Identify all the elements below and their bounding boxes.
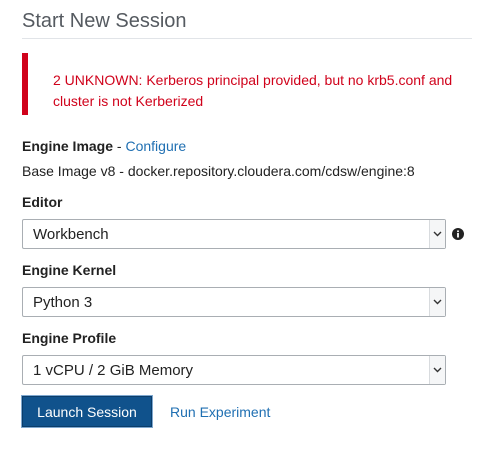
- engine-profile-select[interactable]: 1 vCPU / 2 GiB Memory: [22, 355, 446, 385]
- launch-session-button[interactable]: Launch Session: [22, 396, 152, 427]
- chevron-down-icon: [429, 288, 445, 316]
- engine-image-label-row: Engine Image - Configure: [22, 138, 186, 154]
- alert-message-line1: 2 UNKNOWN: Kerberos principal provided, …: [53, 72, 453, 88]
- engine-kernel-label: Engine Kernel: [22, 262, 117, 278]
- editor-selected-value: Workbench: [33, 225, 109, 243]
- chevron-down-icon: [429, 356, 445, 384]
- base-image-value: Base Image v8 - docker.repository.cloude…: [22, 163, 415, 179]
- editor-label: Editor: [22, 194, 63, 210]
- error-alert: 2 UNKNOWN: Kerberos principal provided, …: [22, 53, 470, 115]
- chevron-down-icon: [429, 220, 445, 248]
- engine-image-label: Engine Image: [22, 138, 114, 154]
- title-divider: [22, 38, 472, 39]
- engine-profile-selected-value: 1 vCPU / 2 GiB Memory: [33, 361, 194, 379]
- run-experiment-link[interactable]: Run Experiment: [170, 404, 270, 420]
- engine-kernel-selected-value: Python 3: [33, 293, 93, 311]
- configure-link[interactable]: Configure: [125, 138, 186, 154]
- engine-profile-label: Engine Profile: [22, 330, 117, 346]
- editor-select[interactable]: Workbench: [22, 219, 446, 249]
- alert-message-line2: cluster is not Kerberized: [53, 93, 204, 109]
- info-circle-icon[interactable]: [452, 227, 464, 240]
- page-title: Start New Session: [22, 10, 187, 32]
- engine-image-separator: -: [116, 138, 122, 154]
- engine-kernel-select[interactable]: Python 3: [22, 287, 446, 317]
